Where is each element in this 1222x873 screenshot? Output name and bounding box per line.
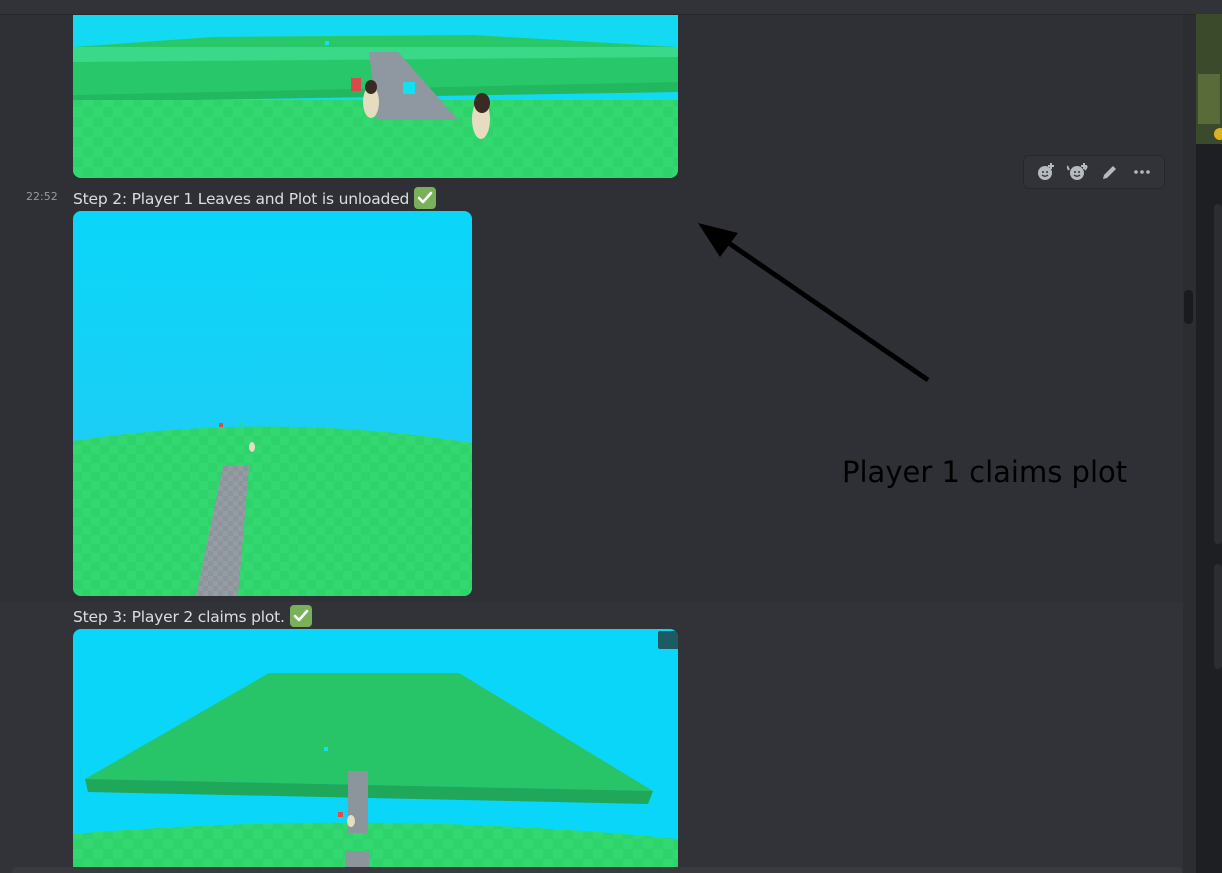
- super-reaction-icon[interactable]: [1064, 158, 1092, 186]
- step3-label: Step 3: Player 2 claims plot.: [73, 608, 285, 626]
- message-image-step3[interactable]: [73, 629, 678, 873]
- discord-app: 22:52 Step 2: Player 1 Leaves and Plot i…: [0, 0, 1222, 873]
- message-image-step1[interactable]: [73, 15, 678, 178]
- annotation-arrow: [698, 223, 930, 383]
- message-text-step2: Step 2: Player 1 Leaves and Plot is unlo…: [73, 187, 437, 209]
- message-text-step3: Step 3: Player 2 claims plot.: [73, 605, 312, 627]
- add-reaction-icon[interactable]: [1032, 158, 1060, 186]
- edit-icon[interactable]: [1096, 158, 1124, 186]
- side-panel: [1196, 14, 1222, 873]
- check-mark-icon[interactable]: [289, 605, 312, 627]
- top-bar: [0, 0, 1222, 15]
- scrollbar-thumb[interactable]: [1184, 290, 1193, 324]
- scrollbar-track[interactable]: [1183, 15, 1196, 873]
- message-actions-toolbar: [1023, 155, 1165, 189]
- annotation-text: Player 1 claims plot: [842, 455, 1128, 489]
- check-mark-icon[interactable]: [414, 187, 437, 209]
- message-image-step2[interactable]: [73, 211, 472, 596]
- message-timestamp[interactable]: 22:52: [26, 190, 58, 203]
- chat-area: 22:52 Step 2: Player 1 Leaves and Plot i…: [0, 15, 1183, 873]
- message-input-edge[interactable]: [12, 867, 1182, 873]
- step2-label: Step 2: Player 1 Leaves and Plot is unlo…: [73, 190, 410, 208]
- more-icon[interactable]: [1128, 158, 1156, 186]
